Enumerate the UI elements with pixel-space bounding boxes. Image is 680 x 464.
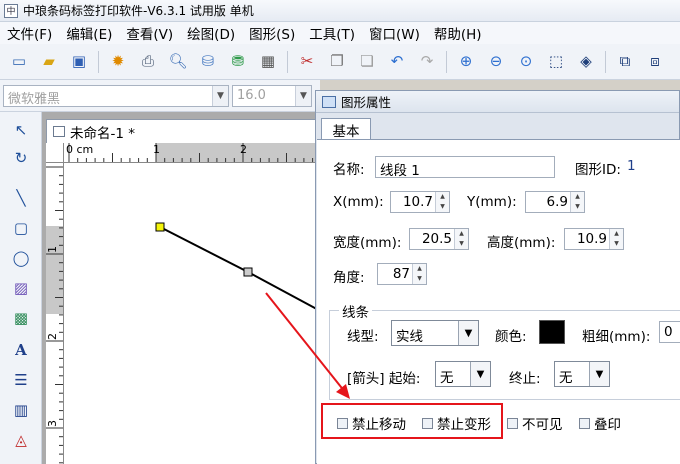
annotation-overlay	[265, 292, 350, 399]
annotation-arrowhead-icon	[336, 384, 350, 399]
annotation-arrow-line	[265, 292, 346, 393]
